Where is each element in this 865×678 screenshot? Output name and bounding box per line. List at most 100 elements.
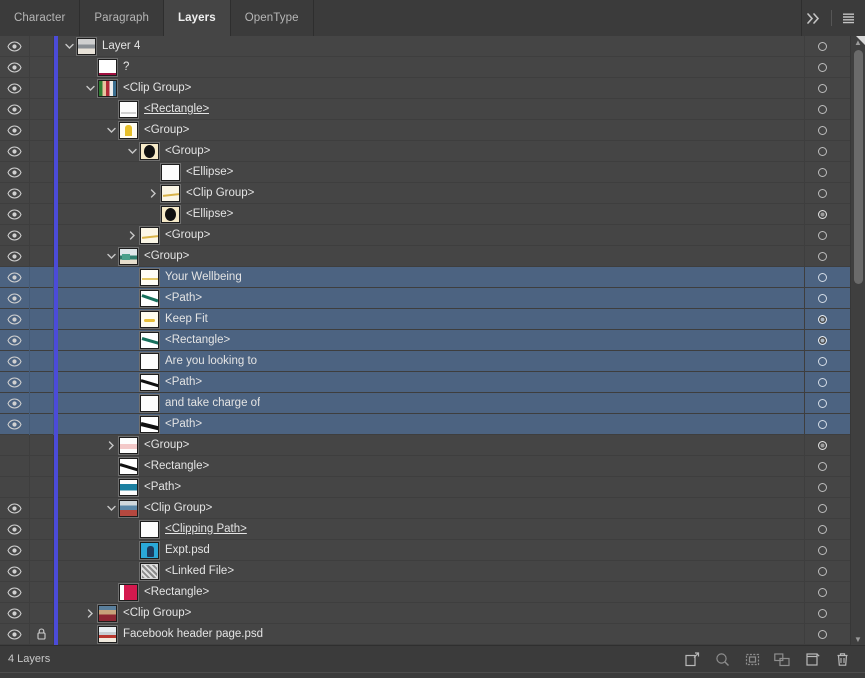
target-circle-icon[interactable] [818, 189, 827, 198]
layer-name[interactable]: <Path> [165, 372, 202, 393]
lock-toggle-empty[interactable] [30, 372, 54, 393]
lock-toggle-empty[interactable] [30, 540, 54, 561]
layer-name[interactable]: <Group> [165, 141, 210, 162]
visibility-eye-icon[interactable] [0, 393, 30, 414]
target-circle-icon[interactable] [818, 147, 827, 156]
visibility-eye-icon[interactable] [0, 624, 30, 645]
visibility-toggle-empty[interactable] [0, 477, 30, 498]
visibility-eye-icon[interactable] [0, 78, 30, 99]
target-indicator[interactable] [804, 456, 840, 477]
layer-name[interactable]: Are you looking to [165, 351, 257, 372]
target-indicator[interactable] [804, 57, 840, 78]
visibility-toggle-empty[interactable] [0, 456, 30, 477]
target-circle-icon[interactable] [818, 294, 827, 303]
lock-toggle-empty[interactable] [30, 393, 54, 414]
layer-name[interactable]: and take charge of [165, 393, 260, 414]
layer-name[interactable]: <Ellipse> [186, 204, 233, 225]
layer-row-content[interactable]: <Clip Group> [58, 603, 804, 624]
target-circle-icon[interactable] [818, 105, 827, 114]
layer-row-content[interactable]: <Path> [58, 288, 804, 309]
layer-row-content[interactable]: <Path> [58, 372, 804, 393]
tab-opentype[interactable]: OpenType [231, 0, 314, 36]
target-indicator[interactable] [804, 246, 840, 267]
layer-row[interactable]: Facebook header page.psd [0, 624, 850, 645]
layer-name[interactable]: Layer 4 [102, 36, 140, 57]
target-circle-icon[interactable] [818, 378, 827, 387]
layer-row[interactable]: and take charge of [0, 393, 850, 414]
target-indicator[interactable] [804, 393, 840, 414]
lock-toggle-empty[interactable] [30, 162, 54, 183]
layer-row[interactable]: <Group> [0, 435, 850, 456]
layer-name[interactable]: <Linked File> [165, 561, 234, 582]
tab-character[interactable]: Character [0, 0, 80, 36]
layer-row-content[interactable]: Your Wellbeing [58, 267, 804, 288]
target-indicator[interactable] [804, 204, 840, 225]
layer-name[interactable]: <Group> [144, 435, 189, 456]
layer-name[interactable]: <Clip Group> [123, 603, 191, 624]
lock-toggle-empty[interactable] [30, 246, 54, 267]
lock-toggle-empty[interactable] [30, 435, 54, 456]
make-clipping-mask-icon[interactable] [744, 651, 761, 668]
chevron-down-icon[interactable] [83, 85, 97, 92]
layer-name[interactable]: <Clip Group> [144, 498, 212, 519]
target-circle-icon[interactable] [818, 84, 827, 93]
visibility-eye-icon[interactable] [0, 183, 30, 204]
layer-name[interactable]: Keep Fit [165, 309, 208, 330]
target-circle-icon[interactable] [818, 462, 827, 471]
target-circle-icon[interactable] [818, 63, 827, 72]
chevron-right-icon[interactable] [83, 609, 97, 618]
layer-name[interactable]: <Ellipse> [186, 162, 233, 183]
target-circle-icon[interactable] [818, 336, 827, 345]
scrollbar-thumb[interactable] [854, 50, 863, 284]
layer-name[interactable]: <Path> [144, 477, 181, 498]
target-circle-icon[interactable] [818, 210, 827, 219]
layer-row-content[interactable]: <Clip Group> [58, 498, 804, 519]
chevron-right-icon[interactable] [104, 441, 118, 450]
chevron-down-icon[interactable] [125, 148, 139, 155]
target-circle-icon[interactable] [818, 399, 827, 408]
target-indicator[interactable] [804, 435, 840, 456]
layer-name[interactable]: <Group> [144, 120, 189, 141]
target-indicator[interactable] [804, 477, 840, 498]
visibility-eye-icon[interactable] [0, 603, 30, 624]
target-indicator[interactable] [804, 414, 840, 435]
panel-menu-icon[interactable] [831, 10, 856, 26]
lock-icon[interactable] [30, 624, 54, 645]
layer-row[interactable]: <Clipping Path> [0, 519, 850, 540]
visibility-eye-icon[interactable] [0, 225, 30, 246]
layer-row[interactable]: Expt.psd [0, 540, 850, 561]
layer-row[interactable]: <Rectangle> [0, 330, 850, 351]
visibility-eye-icon[interactable] [0, 309, 30, 330]
layer-name[interactable]: Your Wellbeing [165, 267, 242, 288]
layer-row-content[interactable]: <Group> [58, 120, 804, 141]
layer-row-content[interactable]: <Group> [58, 225, 804, 246]
visibility-eye-icon[interactable] [0, 162, 30, 183]
target-indicator[interactable] [804, 624, 840, 645]
layer-name[interactable]: <Rectangle> [144, 99, 209, 120]
chevron-down-icon[interactable] [104, 505, 118, 512]
create-new-sublayer-icon[interactable] [774, 651, 791, 668]
visibility-eye-icon[interactable] [0, 330, 30, 351]
layer-name[interactable]: Facebook header page.psd [123, 624, 263, 645]
target-indicator[interactable] [804, 99, 840, 120]
layer-row[interactable]: <Clip Group> [0, 78, 850, 99]
lock-toggle-empty[interactable] [30, 204, 54, 225]
lock-toggle-empty[interactable] [30, 414, 54, 435]
lock-toggle-empty[interactable] [30, 477, 54, 498]
layers-scrollbar[interactable]: ▲ ▼ [850, 36, 865, 645]
chevron-right-icon[interactable] [125, 231, 139, 240]
layer-row-content[interactable]: <Path> [58, 477, 804, 498]
lock-toggle-empty[interactable] [30, 99, 54, 120]
lock-toggle-empty[interactable] [30, 36, 54, 57]
target-indicator[interactable] [804, 288, 840, 309]
visibility-eye-icon[interactable] [0, 351, 30, 372]
lock-toggle-empty[interactable] [30, 288, 54, 309]
layer-row[interactable]: <Ellipse> [0, 204, 850, 225]
visibility-eye-icon[interactable] [0, 267, 30, 288]
target-indicator[interactable] [804, 309, 840, 330]
target-circle-icon[interactable] [818, 168, 827, 177]
tab-paragraph[interactable]: Paragraph [80, 0, 164, 36]
lock-toggle-empty[interactable] [30, 57, 54, 78]
lock-toggle-empty[interactable] [30, 183, 54, 204]
lock-toggle-empty[interactable] [30, 456, 54, 477]
